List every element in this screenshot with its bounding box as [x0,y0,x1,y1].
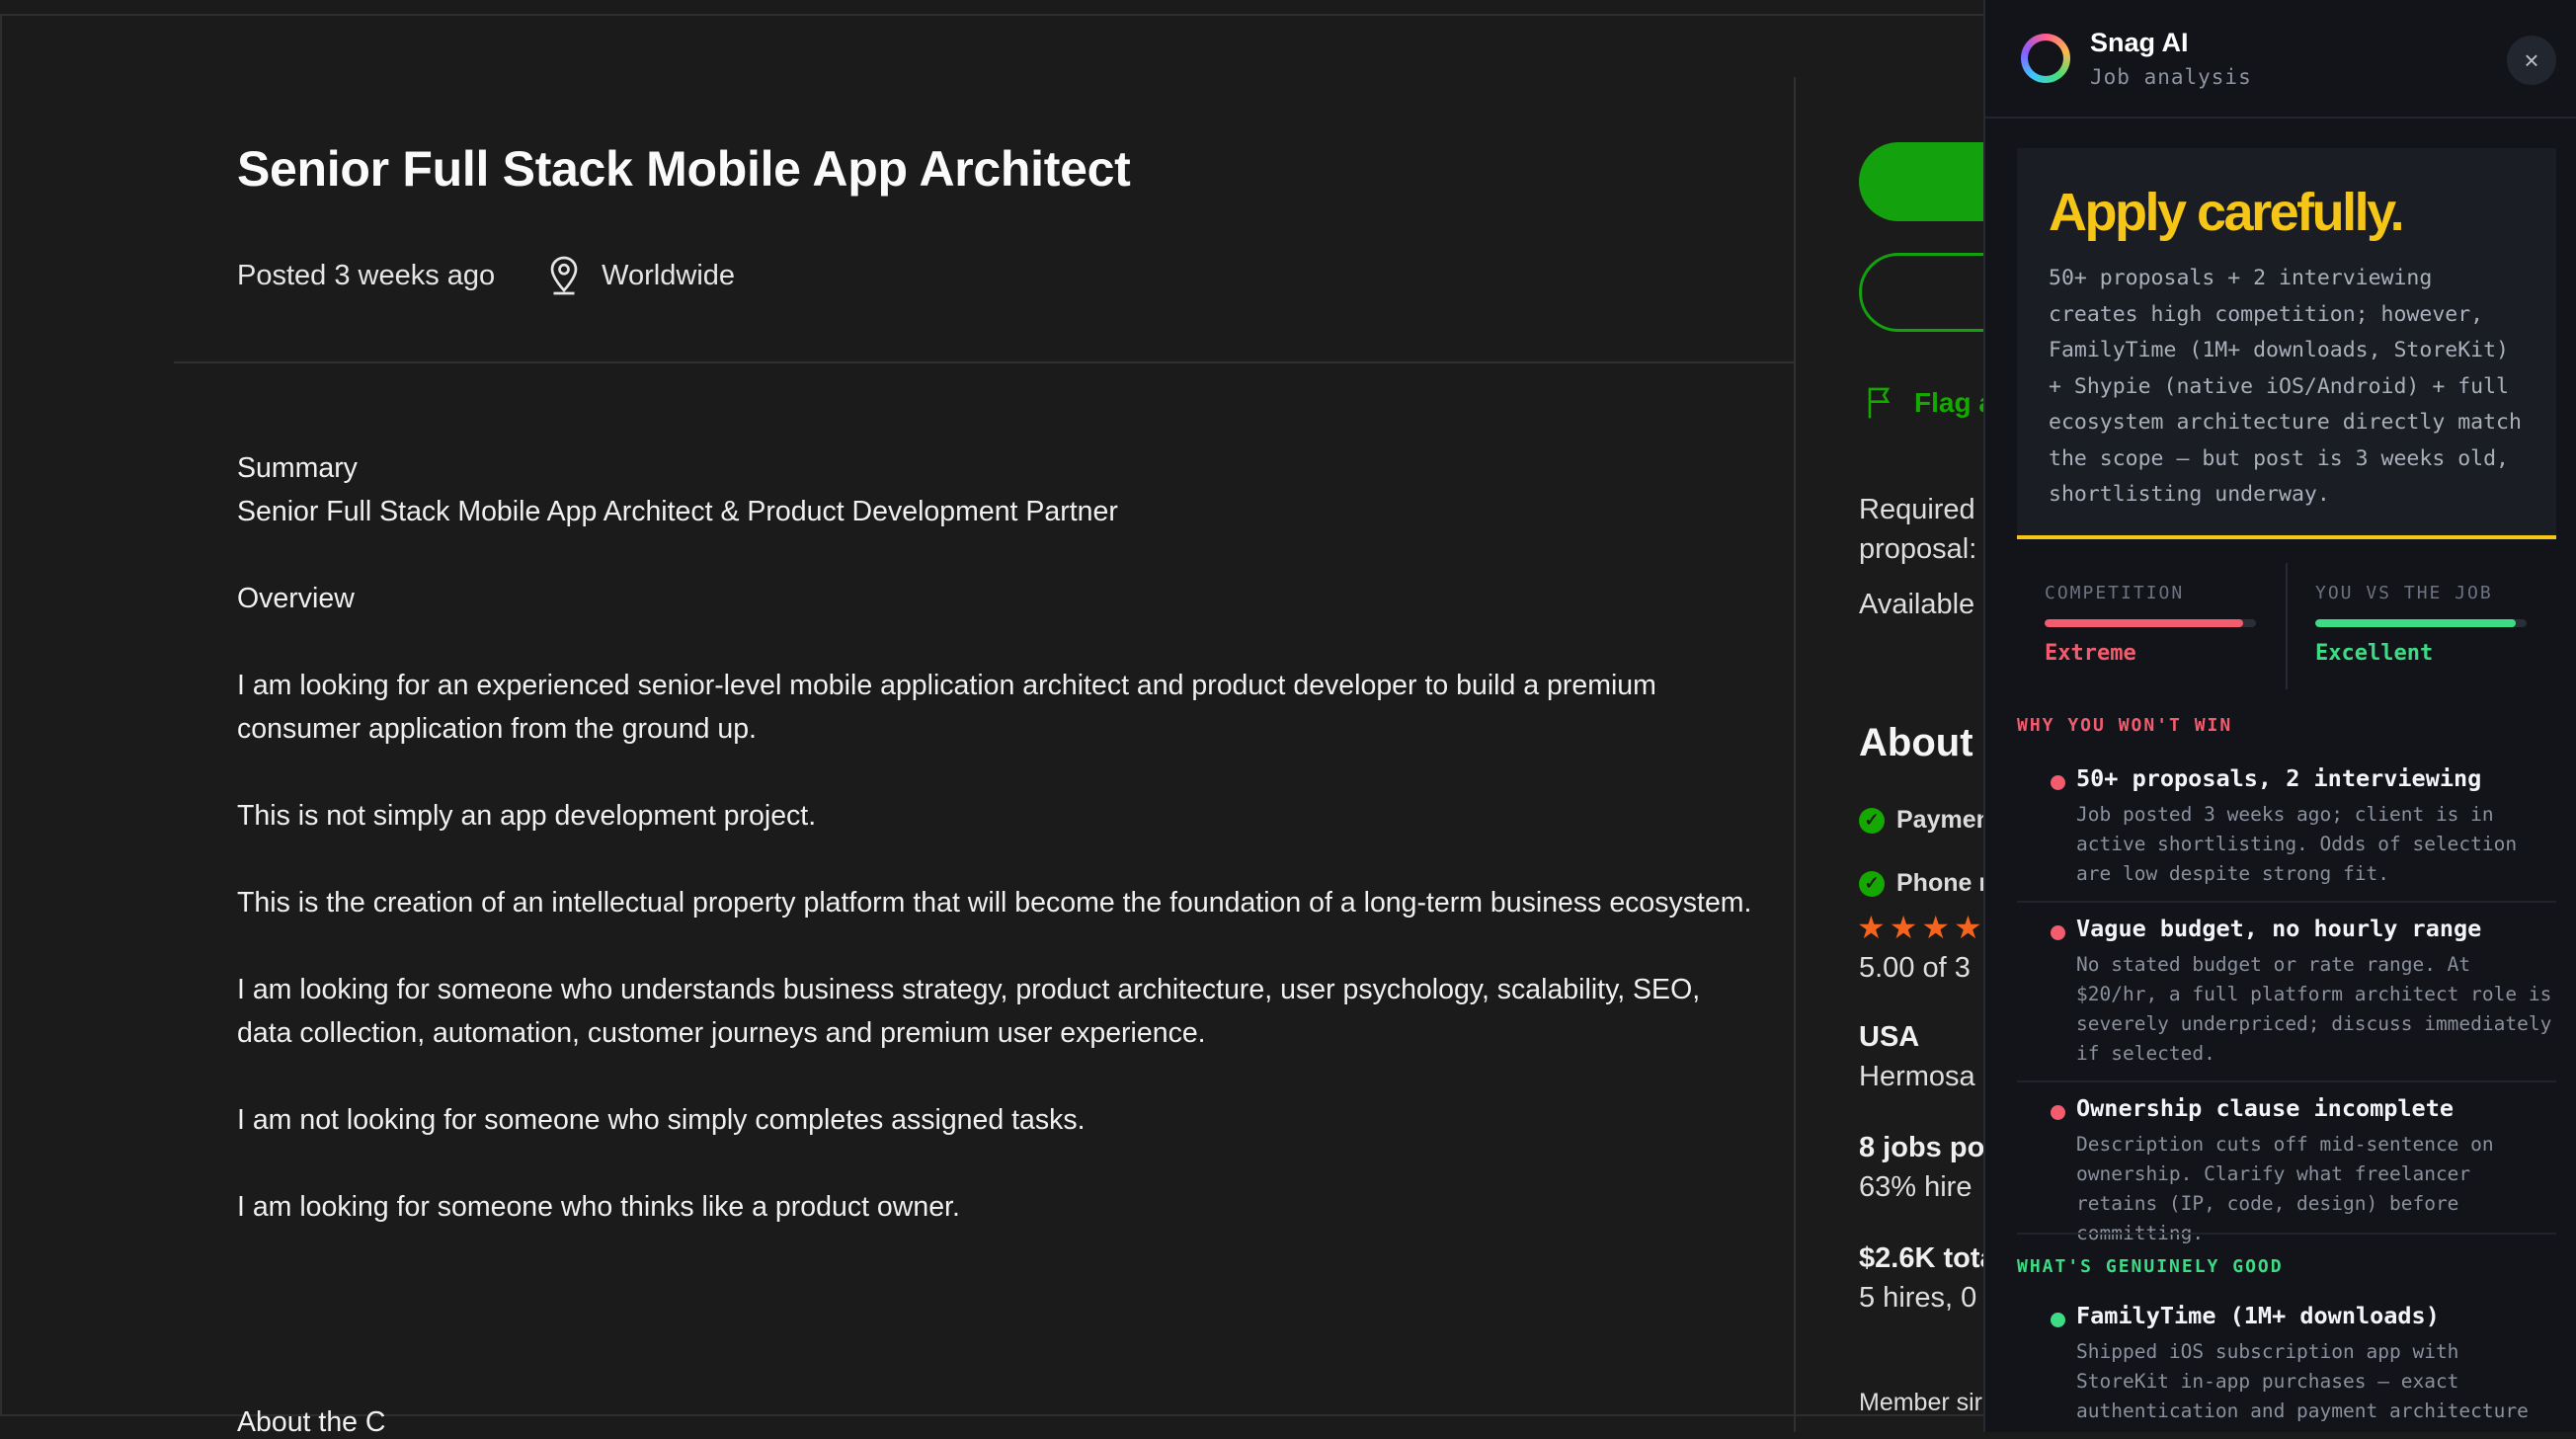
item-divider [2017,1233,2556,1235]
good-item: FamilyTime (1M+ downloads) Shipped iOS s… [2017,1302,2556,1426]
why-item-title: Ownership clause incomplete [2076,1094,2455,1122]
flag-link[interactable]: Flag a [1863,385,1994,421]
available-connects: Available ( [1859,589,1992,620]
phone-verified: ✓ Phone n [1859,869,1994,898]
panel-header: Snag AI Job analysis × [1985,0,2576,119]
fit-track [2315,619,2527,627]
desc-paragraph: I am not looking for someone who simply … [237,1104,1086,1136]
client-city: Hermosa [1859,1061,1975,1092]
verdict-title: Apply carefully. [2049,183,2405,242]
desc-paragraph: This is the creation of an intellectual … [237,887,1752,919]
desc-paragraph: I am looking for someone who thinks like… [237,1191,960,1223]
snag-logo-icon [2021,34,2070,83]
competition-meter: COMPETITION Extreme [2017,563,2286,689]
item-divider [2017,1080,2556,1082]
desc-summary: Senior Full Stack Mobile App Architect &… [237,496,1118,527]
required-connects: Required [1859,494,1975,525]
competition-track [2045,619,2256,627]
why-item: Vague budget, no hourly range No stated … [2017,915,2556,1069]
payment-verified: ✓ Paymen [1859,806,1991,835]
why-item-body: Job posted 3 weeks ago; client is in act… [2076,803,2518,885]
red-dot-icon [2051,925,2065,940]
column-divider [1794,77,1796,1432]
competition-value: Extreme [2045,641,2136,666]
score-meters: COMPETITION Extreme YOU VS THE JOB Excel… [2017,563,2556,689]
location-pin-icon [550,256,578,295]
about-client-title: About t [1859,721,1997,764]
good-item-title: FamilyTime (1M+ downloads) [2076,1302,2440,1329]
fit-label: YOU VS THE JOB [2315,583,2493,603]
desc-overview-heading: Overview [237,583,355,614]
header-divider [174,361,1794,363]
why-item-title: Vague budget, no hourly range [2076,915,2482,942]
total-spent: $2.6K tota [1859,1242,1996,1274]
good-item-body: Shipped iOS subscription app with StoreK… [2076,1340,2529,1422]
red-dot-icon [2051,1105,2065,1120]
snag-ai-panel: Snag AI Job analysis × Apply carefully. … [1983,0,2576,1432]
check-icon: ✓ [1859,807,1885,834]
item-divider [2017,901,2556,903]
hire-rate: 63% hire [1859,1171,1972,1203]
why-you-wont-win-heading: WHY YOU WON'T WIN [2017,715,2233,736]
rating-text: 5.00 of 3 [1859,952,1971,984]
panel-subtitle: Job analysis [2090,65,2252,89]
verdict-body: 50+ proposals + 2 interviewing creates h… [2049,266,2522,507]
jobs-posted: 8 jobs pos [1859,1132,2001,1163]
job-title: Senior Full Stack Mobile App Architect [237,141,1131,197]
red-dot-icon [2051,775,2065,790]
desc-paragraph: I am looking for an experienced senior-l… [237,670,1656,745]
competition-label: COMPETITION [2045,583,2185,603]
phone-label: Phone n [1896,869,1994,897]
posted-time: Posted 3 weeks ago [237,259,496,291]
competition-fill [2045,619,2244,627]
payment-label: Paymen [1896,806,1991,834]
about-client-heading: About the C [237,1406,386,1438]
fit-fill [2315,619,2517,627]
flag-icon [1868,387,1891,419]
required-connects-2: proposal: [1859,533,1977,565]
member-since: Member sir [1859,1389,1983,1416]
verdict-card: Apply carefully. 50+ proposals + 2 inter… [2017,148,2556,539]
why-item-body: Description cuts off mid-sentence on own… [2076,1133,2494,1244]
job-meta: Posted 3 weeks ago Worldwide [237,255,735,296]
location: Worldwide [546,255,735,296]
fit-meter: YOU VS THE JOB Excellent [2286,563,2554,689]
close-icon[interactable]: × [2507,36,2556,85]
why-item: 50+ proposals, 2 interviewing Job posted… [2017,764,2556,889]
rating-stars-icon: ★★★★ [1857,910,1986,945]
fit-value: Excellent [2315,641,2434,666]
why-item-title: 50+ proposals, 2 interviewing [2076,764,2482,792]
whats-good-heading: WHAT'S GENUINELY GOOD [2017,1256,2284,1277]
location-text: Worldwide [602,259,736,291]
why-item: Ownership clause incomplete Description … [2017,1094,2556,1248]
client-country: USA [1859,1021,1920,1053]
why-item-body: No stated budget or rate range. At $20/h… [2076,953,2552,1065]
desc-paragraph: This is not simply an app development pr… [237,800,817,832]
job-description: Summary Senior Full Stack Mobile App Arc… [237,446,1758,1272]
hires: 5 hires, 0 [1859,1282,1977,1314]
flag-label: Flag a [1914,387,1994,418]
green-dot-icon [2051,1313,2065,1327]
desc-paragraph: I am looking for someone who understands… [237,974,1701,1049]
check-icon: ✓ [1859,870,1885,897]
desc-summary-heading: Summary [237,452,358,484]
panel-brand: Snag AI [2090,28,2189,57]
